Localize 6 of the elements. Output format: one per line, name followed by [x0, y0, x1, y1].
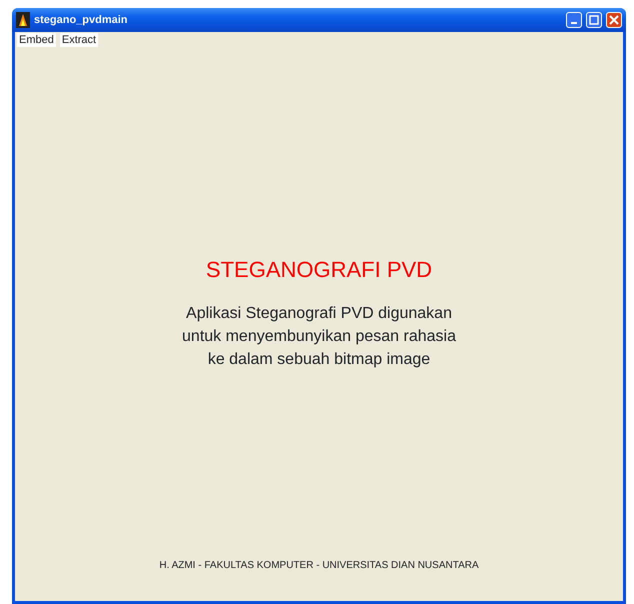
menu-item[interactable]: Extract — [60, 33, 98, 47]
app-heading: STEGANOGRAFI PVD — [204, 256, 434, 284]
description-text: Aplikasi Steganografi PVD digunakan untuk menyembunyikan pesan rahasia ke dalam sebuah bitmap image — [181, 304, 457, 370]
footer-text: H. AZMI - FAKULTAS KOMPUTER - UNIVERSITAS DIAN NUSANTARA — [158, 559, 480, 573]
menu-item[interactable]: Embed — [17, 33, 56, 47]
window-title: stegano_pvdmain — [34, 12, 128, 28]
